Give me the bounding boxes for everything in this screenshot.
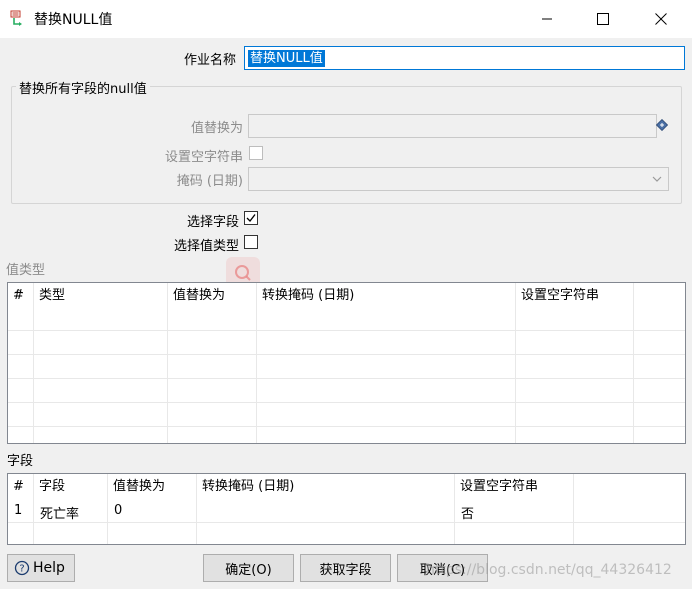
column-header-set-empty[interactable]: 设置空字符串 — [455, 474, 538, 498]
minimize-button[interactable] — [520, 0, 574, 38]
job-name-label: 作业名称 — [183, 53, 236, 68]
select-value-types-checkbox[interactable] — [244, 235, 258, 249]
column-header-field[interactable]: 字段 — [34, 474, 65, 498]
column-header-replace-with[interactable]: 值替换为 — [108, 474, 165, 498]
select-value-types-label: 选择值类型 — [173, 239, 239, 254]
job-name-value: 替换NULL值 — [248, 50, 325, 67]
all-fields-group-title: 替换所有字段的null值 — [16, 78, 150, 97]
help-button[interactable]: ? Help — [7, 554, 75, 582]
table-row[interactable]: 1 死亡率 0 否 — [8, 500, 685, 522]
job-name-input[interactable]: 替换NULL值 — [244, 46, 685, 70]
column-header-number[interactable]: # — [8, 474, 24, 498]
window-title: 替换NULL值 — [34, 12, 113, 28]
value-types-table[interactable]: # 类型 值替换为 转换掩码 (日期) 设置空字符串 — [7, 282, 686, 444]
column-header-convert-mask[interactable]: 转换掩码 (日期) — [197, 474, 294, 498]
fields-table[interactable]: # 字段 值替换为 转换掩码 (日期) 设置空字符串 1 死亡率 0 否 — [7, 473, 686, 545]
close-button[interactable] — [634, 0, 688, 38]
replace-with-label: 值替换为 — [190, 121, 243, 136]
checkmark-icon — [246, 214, 256, 222]
replace-with-input[interactable] — [248, 114, 657, 138]
column-header-replace-with[interactable]: 值替换为 — [168, 283, 225, 309]
value-types-section-title: 值类型 — [6, 263, 46, 278]
column-header-number[interactable]: # — [8, 283, 24, 309]
column-header-set-empty[interactable]: 设置空字符串 — [516, 283, 599, 309]
mask-date-label: 掩码 (日期) — [176, 174, 243, 189]
column-header-convert-mask[interactable]: 转换掩码 (日期) — [257, 283, 354, 309]
row-set-empty[interactable]: 否 — [455, 503, 474, 522]
get-fields-button[interactable]: 获取字段 — [300, 554, 391, 582]
fields-section-title: 字段 — [7, 454, 34, 469]
set-empty-string-label: 设置空字符串 — [164, 150, 243, 165]
title-bar: 替换NULL值 — [0, 0, 692, 38]
chevron-down-icon[interactable] — [647, 169, 667, 189]
watermark-text: https://blog.csdn.net/qq_44326412 — [426, 562, 672, 578]
row-field[interactable]: 死亡率 — [34, 503, 79, 522]
column-header-type[interactable]: 类型 — [34, 283, 65, 309]
set-empty-string-checkbox[interactable] — [249, 146, 263, 160]
help-icon: ? — [14, 560, 30, 576]
row-number: 1 — [14, 503, 23, 518]
close-icon — [655, 13, 667, 25]
help-button-label: Help — [33, 560, 65, 576]
app-icon — [10, 10, 28, 28]
select-fields-label: 选择字段 — [186, 215, 239, 230]
maximize-button[interactable] — [576, 0, 630, 38]
select-fields-checkbox[interactable] — [244, 211, 258, 225]
variable-diamond-icon[interactable] — [655, 118, 669, 132]
svg-text:?: ? — [19, 564, 24, 575]
maximize-icon — [597, 13, 609, 25]
mask-date-combo[interactable] — [248, 167, 669, 191]
row-replace-with[interactable]: 0 — [108, 503, 122, 518]
ok-button[interactable]: 确定(O) — [203, 554, 294, 582]
minimize-icon — [542, 18, 552, 20]
